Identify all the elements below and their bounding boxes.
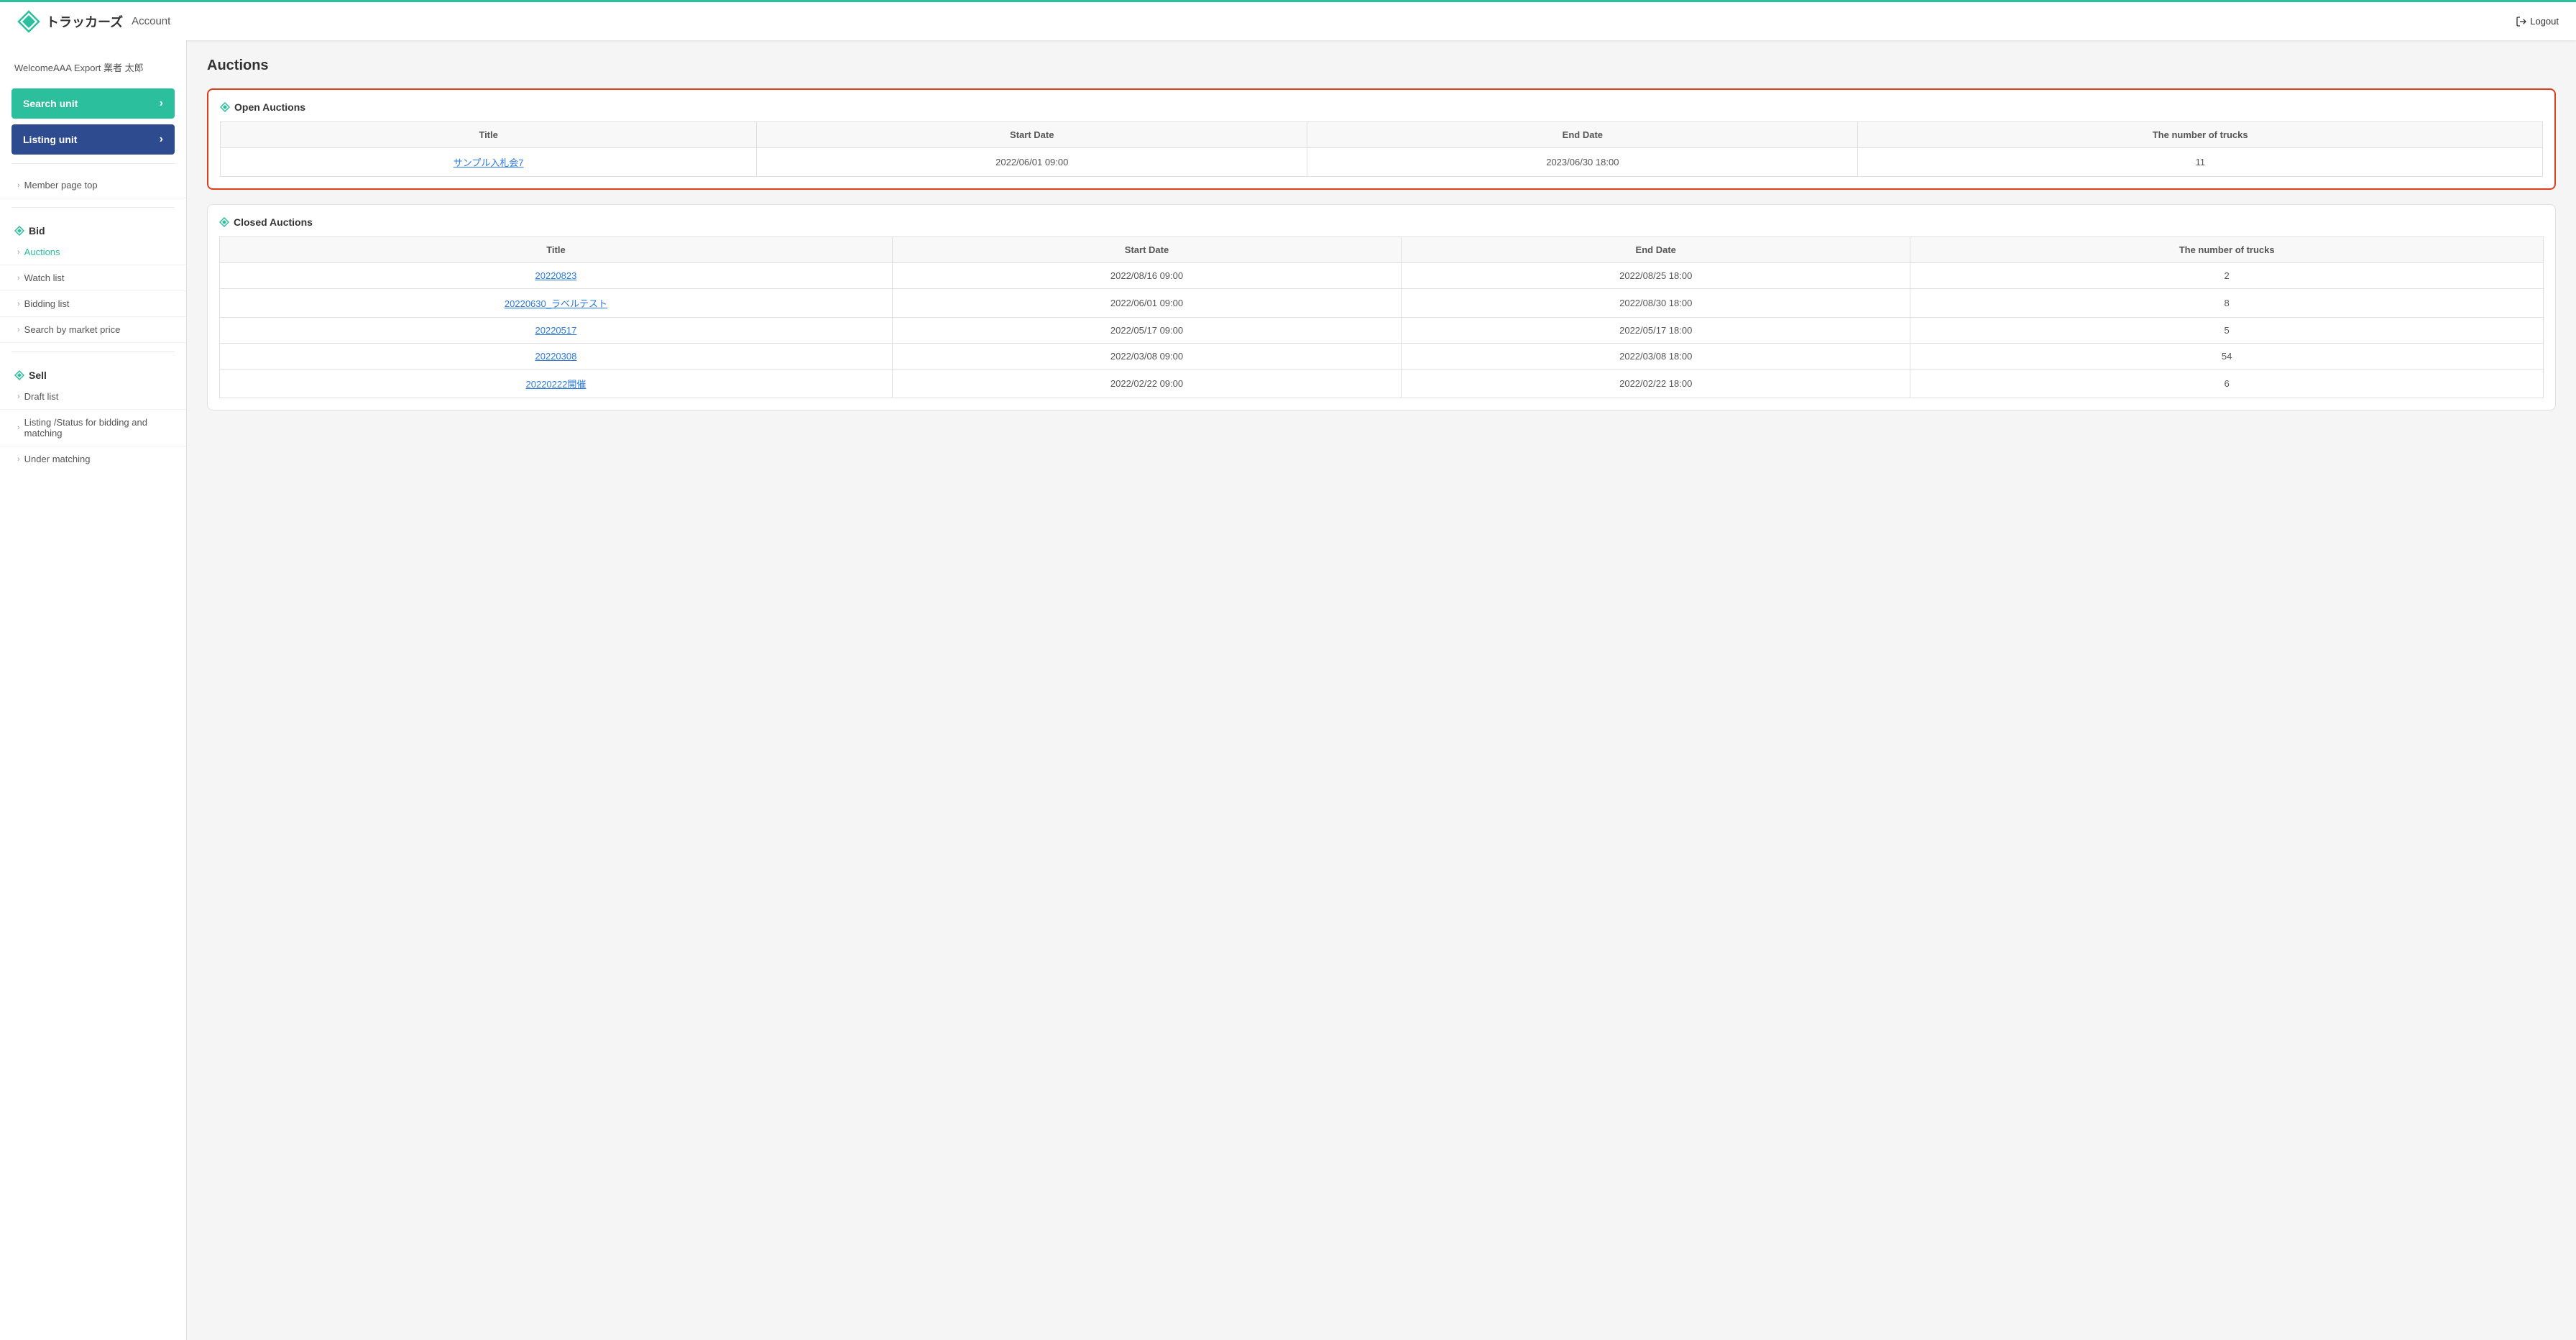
chevron-right-icon: ›: [160, 97, 163, 110]
col-end-date: End Date: [1402, 237, 1910, 263]
chevron-right-icon: ›: [160, 133, 163, 146]
auction-end-date: 2022/08/30 18:00: [1402, 289, 1910, 318]
auction-truck-count: 5: [1910, 318, 2544, 344]
col-start-date: Start Date: [757, 122, 1307, 148]
logout-label: Logout: [2530, 16, 2559, 27]
chevron-right-icon: ›: [17, 423, 20, 432]
sidebar-item-search-by-market-price[interactable]: › Search by market price: [0, 317, 186, 343]
listing-unit-button[interactable]: Listing unit ›: [12, 124, 175, 155]
closed-auctions-table: Title Start Date End Date The number of …: [219, 237, 2544, 398]
auction-title-cell[interactable]: 20220308: [220, 344, 893, 370]
auction-start-date: 2022/06/01 09:00: [757, 148, 1307, 177]
open-auctions-header: Open Auctions: [220, 101, 2543, 113]
auction-start-date: 2022/02/22 09:00: [892, 370, 1401, 398]
auction-truck-count: 54: [1910, 344, 2544, 370]
sidebar-divider-2: [12, 207, 175, 208]
chevron-right-icon: ›: [17, 455, 20, 464]
auction-end-date: 2022/02/22 18:00: [1402, 370, 1910, 398]
sidebar-item-under-matching[interactable]: › Under matching: [0, 446, 186, 472]
auction-title-cell[interactable]: サンプル入札会7: [221, 148, 757, 177]
chevron-right-icon: ›: [17, 393, 20, 401]
sidebar-item-listing-status[interactable]: › Listing /Status for bidding and matchi…: [0, 410, 186, 446]
table-row: サンプル入札会7 2022/06/01 09:00 2023/06/30 18:…: [221, 148, 2543, 177]
open-auctions-section: Open Auctions Title Start Date End Date …: [207, 88, 2556, 190]
sidebar-item-auctions[interactable]: › Auctions: [0, 239, 186, 265]
sell-section-label: Sell: [0, 361, 186, 384]
sidebar: WelcomeAAA Export 業者 太郎 Search unit › Li…: [0, 40, 187, 1340]
auction-start-date: 2022/03/08 09:00: [892, 344, 1401, 370]
col-title: Title: [221, 122, 757, 148]
col-end-date: End Date: [1307, 122, 1858, 148]
auction-end-date: 2023/06/30 18:00: [1307, 148, 1858, 177]
logo-diamond-icon: [17, 10, 40, 33]
auction-title-cell[interactable]: 20220222開催: [220, 370, 893, 398]
table-row: 20220823 2022/08/16 09:00 2022/08/25 18:…: [220, 263, 2544, 289]
auction-title-cell[interactable]: 20220630_ラベルテスト: [220, 289, 893, 318]
logo-area: トラッカーズ Account: [17, 10, 170, 33]
table-row: 20220517 2022/05/17 09:00 2022/05/17 18:…: [220, 318, 2544, 344]
auction-title-cell[interactable]: 20220823: [220, 263, 893, 289]
logout-icon: [2516, 16, 2527, 27]
col-truck-count: The number of trucks: [1910, 237, 2544, 263]
closed-auctions-header: Closed Auctions: [219, 216, 2544, 228]
auction-title-link[interactable]: 20220222開催: [526, 379, 586, 390]
table-row: 20220222開催 2022/02/22 09:00 2022/02/22 1…: [220, 370, 2544, 398]
auction-end-date: 2022/05/17 18:00: [1402, 318, 1910, 344]
auction-truck-count: 2: [1910, 263, 2544, 289]
auction-end-date: 2022/08/25 18:00: [1402, 263, 1910, 289]
table-row: 20220630_ラベルテスト 2022/06/01 09:00 2022/08…: [220, 289, 2544, 318]
auction-title-link[interactable]: 20220308: [535, 351, 577, 362]
sell-diamond-icon: [14, 370, 24, 380]
bid-diamond-icon: [14, 226, 24, 236]
auction-start-date: 2022/05/17 09:00: [892, 318, 1401, 344]
sidebar-item-member-page-top[interactable]: › Member page top: [0, 173, 186, 198]
auction-title-link[interactable]: 20220517: [535, 325, 577, 336]
chevron-right-icon: ›: [17, 274, 20, 283]
welcome-text: WelcomeAAA Export 業者 太郎: [0, 55, 186, 86]
chevron-right-icon: ›: [17, 326, 20, 334]
auction-truck-count: 8: [1910, 289, 2544, 318]
sidebar-item-bidding-list[interactable]: › Bidding list: [0, 291, 186, 317]
main-content: Auctions Open Auctions Title Start Date …: [187, 40, 2576, 1340]
col-title: Title: [220, 237, 893, 263]
closed-auctions-section: Closed Auctions Title Start Date End Dat…: [207, 204, 2556, 410]
bid-section-label: Bid: [0, 216, 186, 239]
auction-start-date: 2022/06/01 09:00: [892, 289, 1401, 318]
auction-end-date: 2022/03/08 18:00: [1402, 344, 1910, 370]
header: トラッカーズ Account Logout: [0, 0, 2576, 40]
search-unit-button[interactable]: Search unit ›: [12, 88, 175, 119]
chevron-right-icon: ›: [17, 300, 20, 308]
sidebar-item-draft-list[interactable]: › Draft list: [0, 384, 186, 410]
auction-title-cell[interactable]: 20220517: [220, 318, 893, 344]
table-row: 20220308 2022/03/08 09:00 2022/03/08 18:…: [220, 344, 2544, 370]
logout-button[interactable]: Logout: [2516, 16, 2559, 27]
col-start-date: Start Date: [892, 237, 1401, 263]
sidebar-divider-1: [12, 163, 175, 164]
auction-start-date: 2022/08/16 09:00: [892, 263, 1401, 289]
auction-truck-count: 6: [1910, 370, 2544, 398]
auction-title-link[interactable]: 20220823: [535, 270, 577, 281]
logo-text: トラッカーズ: [46, 12, 123, 31]
auction-truck-count: 11: [1858, 148, 2543, 177]
auction-title-link[interactable]: 20220630_ラベルテスト: [505, 298, 607, 309]
auction-title-link[interactable]: サンプル入札会7: [454, 157, 524, 168]
open-auctions-table: Title Start Date End Date The number of …: [220, 121, 2543, 177]
page-title: Auctions: [207, 58, 2556, 74]
sidebar-item-watch-list[interactable]: › Watch list: [0, 265, 186, 291]
col-truck-count: The number of trucks: [1858, 122, 2543, 148]
chevron-right-icon: ›: [17, 248, 20, 257]
header-account: Account: [132, 15, 170, 27]
layout: WelcomeAAA Export 業者 太郎 Search unit › Li…: [0, 40, 2576, 1340]
closed-auctions-diamond-icon: [219, 217, 229, 227]
open-auctions-diamond-icon: [220, 102, 230, 112]
chevron-right-icon: ›: [17, 181, 20, 190]
